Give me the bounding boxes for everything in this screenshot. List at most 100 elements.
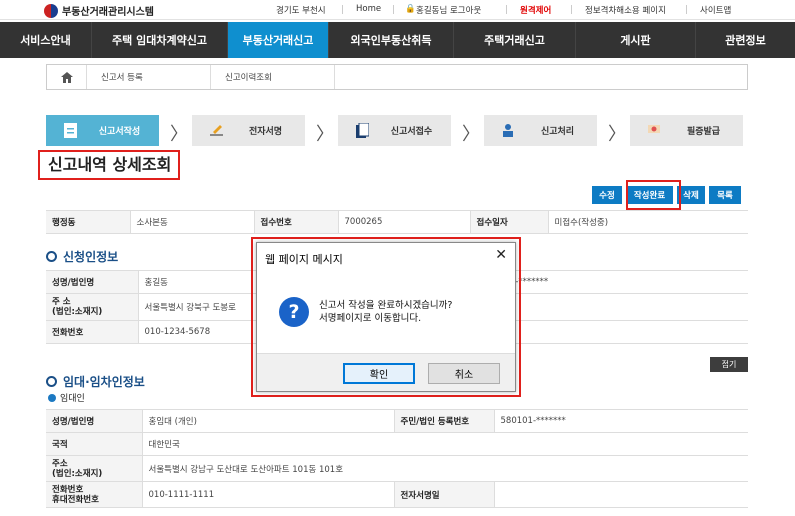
empty-cell (497, 293, 748, 321)
divider (506, 5, 507, 14)
home-icon[interactable] (47, 65, 87, 89)
lessor-nationality-value: 대한민국 (141, 432, 748, 456)
document-icon (64, 123, 77, 138)
table-row: 성명/법인명 홍임대 (개인) 주민/법인 등록번호 580101-******… (46, 409, 748, 433)
subheading-label: 임대인 (60, 394, 85, 404)
question-icon: ? (279, 297, 309, 327)
breadcrumb: 신고서 등록 신고이력조회 (46, 64, 748, 90)
applicant-phone-label: 전화번호 (46, 320, 138, 344)
applicant-section-heading: 신청인정보 (46, 248, 118, 265)
chevron-right-icon: 〉 (170, 124, 188, 145)
step-label: 신고서작성 (98, 127, 141, 137)
fold-button[interactable]: 접기 (710, 357, 748, 372)
nav-related-info[interactable]: 관련정보 (696, 22, 795, 58)
applicant-address-label: 주 소 (법인:소재지) (46, 293, 138, 321)
lessor-id-label: 주민/법인 등록번호 (393, 409, 494, 433)
lessor-id-value: 580101-******* (493, 409, 748, 433)
step-label: 전자서명 (248, 127, 283, 137)
lessor-sign-date-label: 전자서명일 (393, 481, 494, 508)
lessor-subheading: 임대인 (48, 391, 85, 404)
page-title: 신고내역 상세조회 (38, 150, 180, 180)
receipt-date-value: 미접수(작성중) (547, 210, 748, 234)
nav-board[interactable]: 게시판 (576, 22, 696, 58)
home-link[interactable]: Home (356, 4, 381, 14)
divider (393, 5, 394, 14)
top-utility-bar: 부동산거래관리시스템 경기도 부천시 Home 🔒 홍길동님 로그아웃 원격제어… (0, 0, 795, 20)
dialog-body: ? 신고서 작성을 완료하시겠습니까? 서명페이지로 이동합니다. (257, 271, 515, 353)
main-navigation: 서비스안내 주택 임대차계약신고 부동산거래신고 외국인부동산취득 주택거래신고… (0, 22, 795, 58)
remote-control-link[interactable]: 원격제어 (520, 4, 551, 16)
divider (571, 5, 572, 14)
divider (686, 5, 687, 14)
lessor-table: 성명/법인명 홍임대 (개인) 주민/법인 등록번호 580101-******… (46, 409, 748, 508)
taegeuk-logo-icon (44, 3, 58, 18)
chevron-right-icon: 〉 (608, 124, 626, 145)
table-row: 전화번호 휴대전화번호 010-1111-1111 전자서명일 (46, 481, 748, 508)
dot-bullet-icon (48, 393, 56, 402)
nav-realestate-report[interactable]: 부동산거래신고 (228, 22, 329, 58)
table-row: 주소 (법인:소재지) 서울특별시 강남구 도산대로 도산아파트 101동 10… (46, 455, 748, 482)
section-title: 신청인정보 (63, 250, 119, 264)
lessor-address-value: 서울특별시 강남구 도산대로 도산아파트 101동 101호 (141, 455, 748, 482)
applicant-name-label: 성명/법인명 (46, 270, 138, 294)
site-logo[interactable]: 부동산거래관리시스템 (44, 3, 154, 18)
nav-service-guide[interactable]: 서비스안내 (0, 22, 92, 58)
circle-bullet-icon (46, 251, 57, 262)
step-write-report: 신고서작성 (46, 115, 159, 146)
region-label: 경기도 부천시 (276, 6, 326, 16)
lessor-phone-label: 전화번호 휴대전화번호 (46, 481, 142, 508)
table-row: 국적 대한민국 (46, 432, 748, 456)
certificate-hand-icon (648, 125, 660, 133)
step-label: 필증발급 (686, 127, 721, 137)
office-value: 소사본동 (129, 210, 254, 234)
dialog-message-line: 신고서 작성을 완료하시겠습니까? (319, 300, 453, 311)
nav-lease-report[interactable]: 주택 임대차계약신고 (92, 22, 228, 58)
chevron-right-icon: 〉 (316, 124, 334, 145)
dialog-title: 웹 페이지 메시지 (265, 253, 343, 266)
step-label: 신고서접수 (390, 127, 433, 137)
lock-icon: 🔒 (405, 4, 416, 14)
nav-foreigner-acquisition[interactable]: 외국인부동산취득 (329, 22, 454, 58)
pen-sign-icon (210, 125, 223, 136)
divider (342, 5, 343, 14)
breadcrumb-report-history[interactable]: 신고이력조회 (211, 65, 335, 89)
receipt-label: 접수번호 (253, 210, 338, 234)
lessor-address-label: 주소 (법인:소재지) (46, 455, 142, 482)
receipt-value: 7000265 (337, 210, 470, 234)
step-certificate-issue: 필증발급 (630, 115, 743, 146)
step-submit-report: 신고서접수 (338, 115, 451, 146)
step-label: 신고처리 (540, 127, 575, 137)
edit-button[interactable]: 수정 (592, 186, 622, 204)
lessor-name-value: 홍임대 (개인) (141, 409, 394, 433)
sitemap-link[interactable]: 사이트맵 (700, 4, 731, 16)
receipt-date-label: 접수일자 (469, 210, 548, 234)
accessibility-page-link[interactable]: 정보격차해소용 페이지 (585, 4, 666, 16)
breadcrumb-report-register[interactable]: 신고서 등록 (87, 65, 211, 89)
cancel-button[interactable]: 취소 (428, 363, 500, 384)
list-button[interactable]: 목록 (709, 186, 741, 204)
lessor-sign-date-value (493, 481, 748, 508)
lessor-phone-value: 010-1111-1111 (141, 481, 394, 508)
ok-button[interactable]: 확인 (343, 363, 415, 384)
lessor-nationality-label: 국적 (46, 432, 142, 456)
close-icon[interactable]: ✕ (495, 247, 507, 263)
chevron-right-icon: 〉 (462, 124, 480, 145)
applicant-id-value: 01-******* (497, 270, 748, 294)
document-stack-icon (356, 123, 369, 138)
dialog-footer: 확인 취소 (257, 353, 515, 391)
site-logo-label: 부동산거래관리시스템 (62, 7, 154, 18)
nav-housing-trade-report[interactable]: 주택거래신고 (454, 22, 576, 58)
step-e-sign: 전자서명 (192, 115, 305, 146)
summary-table: 행정동 소사본동 접수번호 7000265 접수일자 미접수(작성중) (46, 210, 748, 234)
lessor-lessee-section-heading: 임대·임차인정보 (46, 373, 145, 390)
section-title: 임대·임차인정보 (63, 375, 145, 389)
dialog-message-line: 서명페이지로 이동합니다. (319, 313, 422, 324)
table-row: 행정동 소사본동 접수번호 7000265 접수일자 미접수(작성중) (46, 210, 748, 234)
logout-link[interactable]: 홍길동님 로그아웃 (416, 4, 481, 16)
office-label: 행정동 (46, 210, 130, 234)
step-processing: 신고처리 (484, 115, 597, 146)
confirm-dialog: 웹 페이지 메시지 ✕ ? 신고서 작성을 완료하시겠습니까? 서명페이지로 이… (256, 242, 516, 392)
circle-bullet-icon (46, 376, 57, 387)
delete-button[interactable]: 삭제 (677, 186, 705, 204)
applicant-extra-value: 인 (497, 320, 748, 344)
